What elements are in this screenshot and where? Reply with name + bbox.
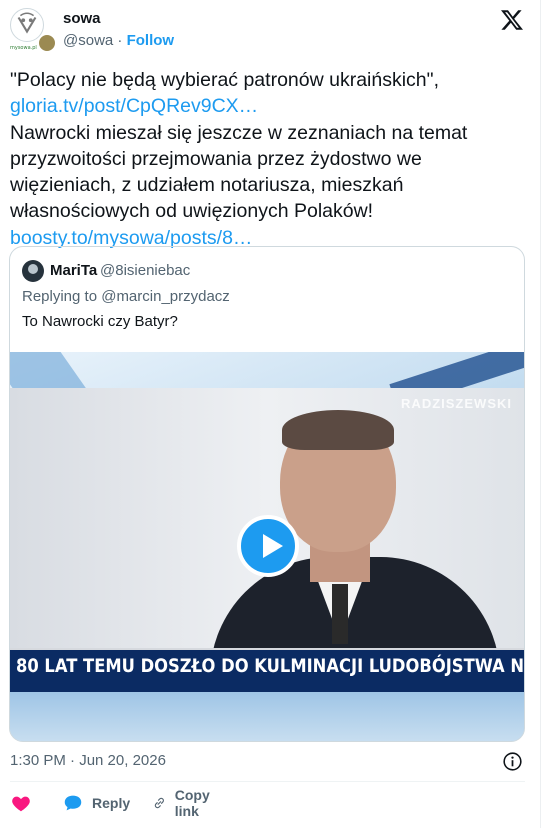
video-watermark: RADZISZEWSKI xyxy=(401,396,512,411)
reply-button[interactable]: Reply xyxy=(62,792,130,814)
copy-link-button[interactable]: Copy link xyxy=(152,787,217,819)
link-icon xyxy=(154,797,164,809)
tweet-body: Nawrocki mieszał się jeszcze w zeznaniac… xyxy=(10,121,468,223)
lower-third-text: 80 LAT TEMU DOSZŁO DO KULMINACJI LUDOBÓJ… xyxy=(16,655,524,677)
speaker-tie xyxy=(332,584,348,644)
info-icon[interactable] xyxy=(502,751,523,772)
tweet-timestamp[interactable]: 1:30 PM · Jun 20, 2026 xyxy=(10,752,166,769)
gloria-link[interactable]: gloria.tv/post/CpQRev9CX… xyxy=(10,95,258,117)
follow-button[interactable]: Follow xyxy=(127,32,175,49)
video-bottom-band xyxy=(10,692,524,741)
play-icon[interactable] xyxy=(237,515,299,577)
x-logo-icon[interactable] xyxy=(500,8,524,32)
quoted-author-handle[interactable]: @8isieniebac xyxy=(100,262,190,279)
divider xyxy=(10,781,525,782)
author-avatar[interactable]: mysowa.pl xyxy=(10,8,56,52)
speaker-hair xyxy=(282,410,394,450)
tweet-quote-line: "Polacy nie będą wybierać patronów ukrai… xyxy=(10,69,439,91)
quoted-tweet[interactable]: MariTa @8isieniebac Replying to @marcin_… xyxy=(9,246,525,742)
owl-badge-icon xyxy=(38,34,56,52)
separator-dot: · xyxy=(117,32,123,49)
tweet-card: mysowa.pl sowa @sowa · Follow "Polacy ni… xyxy=(0,0,541,828)
like-button[interactable] xyxy=(10,792,32,814)
reply-label: Reply xyxy=(92,795,131,811)
tweet-header: mysowa.pl sowa @sowa · Follow xyxy=(8,6,533,54)
quoted-author-avatar[interactable] xyxy=(22,260,44,282)
video-player[interactable]: RADZISZEWSKI 80 LAT TEMU DOSZŁO DO KULMI… xyxy=(10,352,524,741)
author-handle-row: @sowa · Follow xyxy=(63,32,174,49)
heart-icon xyxy=(12,796,30,812)
reply-bubble-icon xyxy=(64,795,82,811)
quoted-author-name[interactable]: MariTa xyxy=(50,262,97,279)
quoted-text: To Nawrocki czy Batyr? xyxy=(22,313,178,330)
avatar-caption: mysowa.pl xyxy=(10,45,37,51)
replying-to: Replying to @marcin_przydacz xyxy=(22,288,230,305)
copy-link-label: Copy link xyxy=(174,787,210,819)
author-name[interactable]: sowa xyxy=(63,10,101,27)
author-handle[interactable]: @sowa xyxy=(63,32,113,49)
tweet-text: "Polacy nie będą wybierać patronów ukrai… xyxy=(10,67,530,251)
